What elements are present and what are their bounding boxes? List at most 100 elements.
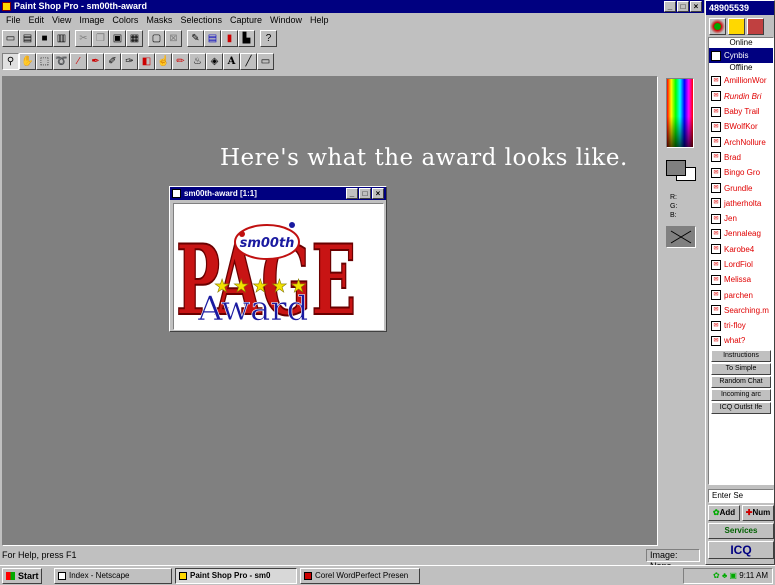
icq-system-random-chat[interactable]: Random Chat — [711, 375, 771, 388]
icq-contact-online[interactable]: ✿ Cynbis — [709, 48, 773, 64]
texture-swatch[interactable] — [666, 226, 696, 248]
icq-contact-offline[interactable]: ✉ Karobe4 — [709, 242, 773, 257]
cut-icon[interactable]: ✂ — [75, 30, 92, 47]
paintbrush-icon[interactable]: ✐ — [104, 53, 121, 70]
lasso-icon[interactable]: ➰ — [53, 53, 70, 70]
clock[interactable]: 9:11 AM — [739, 571, 768, 580]
award-image[interactable]: PAGE sm00th ★★★★★ Award — [173, 203, 384, 330]
app-icon[interactable] — [2, 2, 11, 11]
icq-users-icon[interactable] — [747, 18, 764, 35]
color-swatches[interactable] — [664, 158, 698, 184]
icq-search-input[interactable]: Enter Se — [708, 489, 774, 503]
icq-system-outlist[interactable]: ICQ Outlst Ife — [711, 401, 771, 414]
doc-close-button[interactable]: × — [372, 188, 384, 199]
icq-contact-offline[interactable]: ✉ Bingo Gro — [709, 165, 773, 180]
document-icon[interactable] — [172, 189, 181, 198]
image-document-window[interactable]: sm00th-award [1:1] _ □ × PAGE sm00th ★★★… — [169, 186, 387, 332]
icq-contact-list[interactable]: Online ✿ Cynbis Offline ✉ AmillionWor ✉ Run… — [708, 37, 774, 485]
menu-capture[interactable]: Capture — [226, 15, 266, 25]
menu-edit[interactable]: Edit — [25, 15, 49, 25]
icq-services-button[interactable]: Services — [708, 523, 774, 539]
menu-file[interactable]: File — [2, 15, 25, 25]
menu-view[interactable]: View — [48, 15, 75, 25]
dropper-icon[interactable]: ✒ — [87, 53, 104, 70]
clone-icon[interactable]: ✑ — [121, 53, 138, 70]
menu-selections[interactable]: Selections — [176, 15, 226, 25]
foreground-color-swatch[interactable] — [666, 160, 686, 176]
maximize-button[interactable]: □ — [677, 1, 689, 12]
icq-flower-icon[interactable] — [709, 18, 726, 35]
icq-contact-offline[interactable]: ✉ Melissa — [709, 272, 773, 287]
icq-contact-offline[interactable]: ✉ Searching.m — [709, 303, 773, 318]
icq-contact-offline[interactable]: ✉ LordFiol — [709, 257, 773, 272]
icq-system-simple[interactable]: To Simple — [711, 362, 771, 375]
help-icon[interactable]: ? — [260, 30, 277, 47]
icq-group-online[interactable]: Online — [709, 38, 773, 48]
icq-message-icon[interactable] — [728, 18, 745, 35]
offline-contact-icon: ✉ — [711, 167, 721, 178]
flood-fill-icon[interactable]: ◈ — [206, 53, 223, 70]
title-bar[interactable]: Paint Shop Pro - sm00th-award _ □ × — [0, 0, 704, 13]
mover-icon[interactable]: ✋ — [19, 53, 36, 70]
preview-icon[interactable]: ⊠ — [165, 30, 182, 47]
full-screen-icon[interactable]: ▢ — [148, 30, 165, 47]
toggle-status-icon[interactable]: ▙ — [238, 30, 255, 47]
color-replacer-icon[interactable]: ◧ — [138, 53, 155, 70]
icq-contact-offline[interactable]: ✉ ArchNollure — [709, 134, 773, 149]
text-icon[interactable]: A — [223, 53, 240, 70]
shapes-icon[interactable]: ▭ — [257, 53, 274, 70]
icq-system-instructions[interactable]: Instructions — [711, 349, 771, 362]
task-netscape[interactable]: Index - Netscape — [54, 568, 172, 584]
menu-colors[interactable]: Colors — [108, 15, 142, 25]
toggle-palette-icon[interactable]: ▤ — [204, 30, 221, 47]
print-icon[interactable]: ▥ — [53, 30, 70, 47]
icq-contact-offline[interactable]: ✉ Jen — [709, 211, 773, 226]
icq-contact-offline[interactable]: ✉ AmillionWor — [709, 73, 773, 88]
icq-contact-offline[interactable]: ✉ BWolfKor — [709, 119, 773, 134]
icq-contact-offline[interactable]: ✉ jatherholta — [709, 196, 773, 211]
task-corel-presentations[interactable]: Corel WordPerfect Presen — [300, 568, 420, 584]
open-icon[interactable]: ▤ — [19, 30, 36, 47]
icq-contact-offline[interactable]: ✉ what? — [709, 333, 773, 348]
icq-contact-offline[interactable]: ✉ parchen — [709, 287, 773, 302]
selection-icon[interactable]: ⬚ — [36, 53, 53, 70]
document-title-bar[interactable]: sm00th-award [1:1] _ □ × — [170, 187, 386, 200]
doc-maximize-button[interactable]: □ — [359, 188, 371, 199]
doc-minimize-button[interactable]: _ — [346, 188, 358, 199]
icq-contact-offline[interactable]: ✉ tri-floy — [709, 318, 773, 333]
menu-window[interactable]: Window — [266, 15, 306, 25]
color-spectrum[interactable] — [666, 78, 694, 148]
minimize-button[interactable]: _ — [664, 1, 676, 12]
icq-add-button[interactable]: ✿Add — [708, 505, 740, 521]
start-button[interactable]: Start — [2, 568, 42, 584]
save-icon[interactable]: ■ — [36, 30, 53, 47]
line-icon[interactable]: ╱ — [240, 53, 257, 70]
icq-number-button[interactable]: ✚Num — [742, 505, 774, 521]
tray-icons[interactable]: ✿ ♣ ▣ — [713, 571, 737, 580]
magic-wand-icon[interactable]: ⁄ — [70, 53, 87, 70]
menu-masks[interactable]: Masks — [142, 15, 176, 25]
browse-icon[interactable]: ▦ — [126, 30, 143, 47]
menu-help[interactable]: Help — [306, 15, 333, 25]
task-paint-shop-pro[interactable]: Paint Shop Pro - sm0 — [175, 568, 297, 584]
paste-icon[interactable]: ▣ — [109, 30, 126, 47]
retouch-icon[interactable]: ☝ — [155, 53, 172, 70]
icq-contact-offline[interactable]: ✉ Rundin Bri — [709, 89, 773, 104]
icq-contact-offline[interactable]: ✉ Brad — [709, 150, 773, 165]
icq-contact-offline[interactable]: ✉ Jennaleag — [709, 226, 773, 241]
icq-group-offline[interactable]: Offline — [709, 63, 773, 73]
icq-title-bar[interactable]: 48905539 — [706, 1, 774, 15]
menu-image[interactable]: Image — [75, 15, 108, 25]
new-icon[interactable]: ▭ — [2, 30, 19, 47]
picture-tube-icon[interactable]: ♨ — [189, 53, 206, 70]
copy-icon[interactable]: ❐ — [92, 30, 109, 47]
icq-system-incoming[interactable]: Incoming arc — [711, 388, 771, 401]
icq-contact-offline[interactable]: ✉ Grundle — [709, 180, 773, 195]
icq-contact-offline[interactable]: ✉ Baby Trail — [709, 104, 773, 119]
toggle-histogram-icon[interactable]: ▮ — [221, 30, 238, 47]
eraser-icon[interactable]: ✏ — [172, 53, 189, 70]
zoom-icon[interactable]: ⚲ — [2, 53, 19, 70]
icq-logo[interactable]: ICQ — [708, 541, 774, 559]
close-button[interactable]: × — [690, 1, 702, 12]
toggle-tools-icon[interactable]: ✎ — [187, 30, 204, 47]
